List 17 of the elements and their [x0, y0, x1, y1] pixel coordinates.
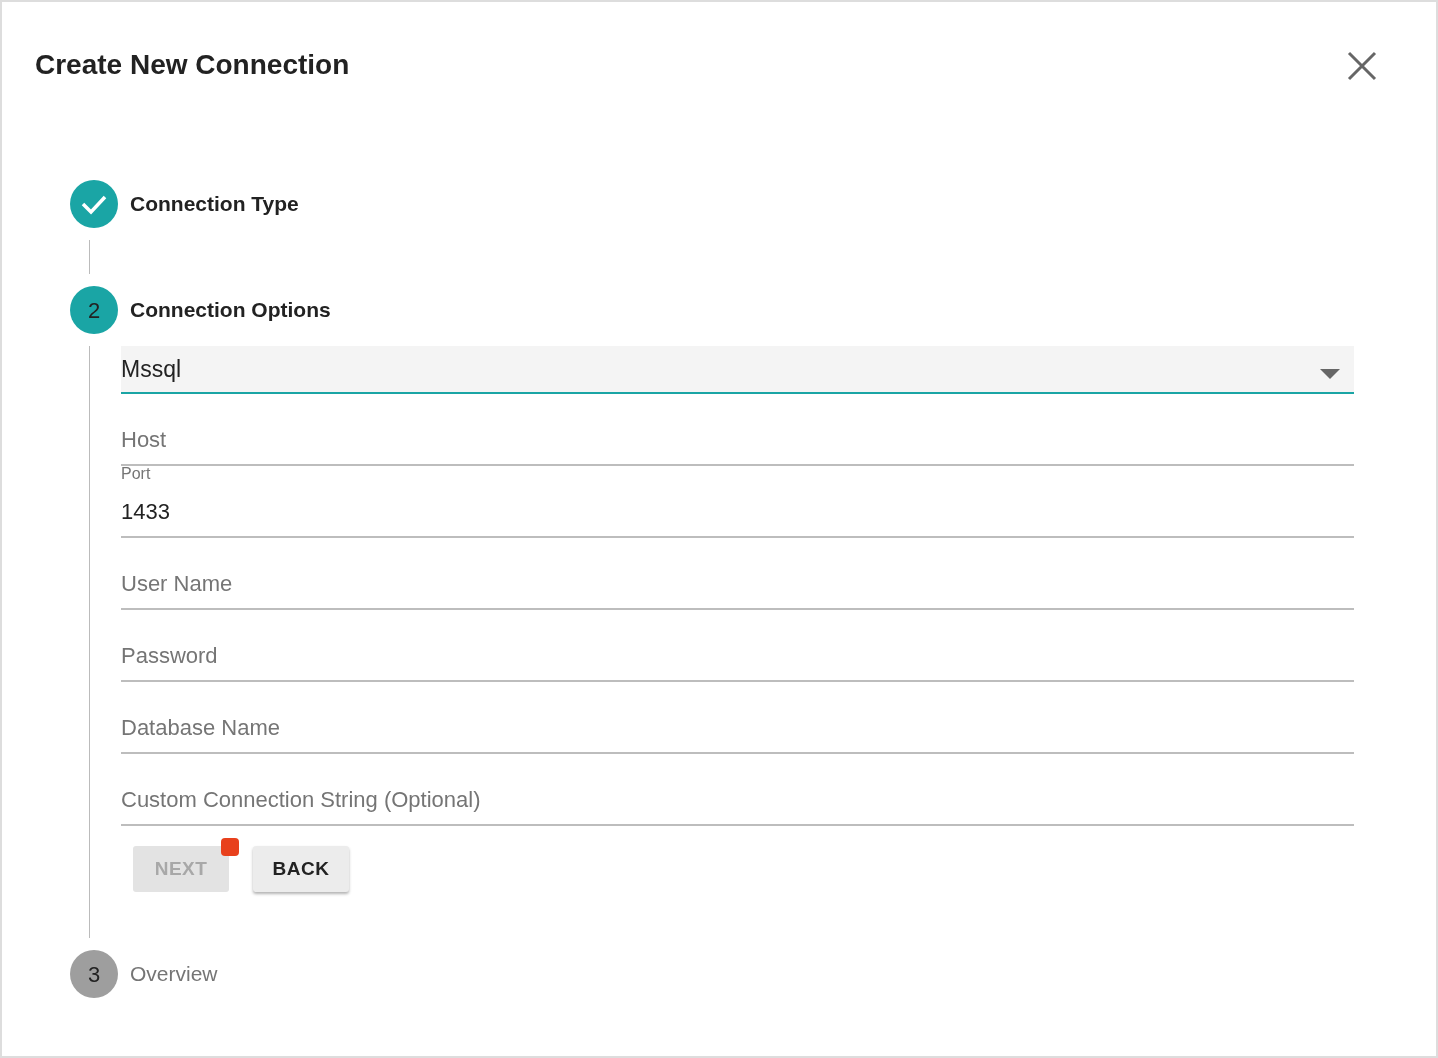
step-label: Connection Options [130, 297, 331, 324]
step-label: Overview [130, 961, 218, 988]
input-field[interactable]: User Name [121, 567, 1354, 610]
step-button[interactable]: BACK [253, 846, 349, 892]
input-field[interactable]: Host [121, 423, 1354, 466]
input-field[interactable]: Database Name [121, 711, 1354, 754]
step-label: Connection Type [130, 191, 299, 218]
input-field[interactable]: Password [121, 639, 1354, 682]
check-icon [80, 193, 108, 215]
step-indicator: 3 [70, 950, 118, 998]
caret-icon [1320, 369, 1340, 379]
input-field[interactable]: Custom Connection String (Optional) [121, 783, 1354, 826]
step-indicator: 2 [70, 286, 118, 334]
field-label: Port [121, 465, 152, 483]
input-field[interactable]: 1433 [121, 495, 1354, 538]
dialog-title: Create New Connection [34, 48, 350, 82]
connection-type-select[interactable]: Mssql [121, 346, 1354, 394]
